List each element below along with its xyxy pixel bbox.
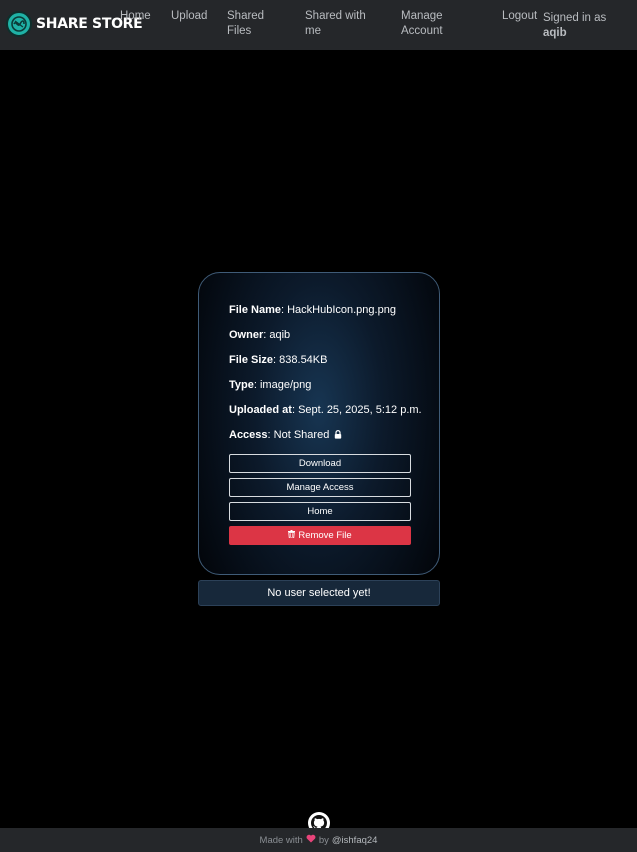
type-label: Type: [229, 379, 254, 391]
nav-manage-account[interactable]: Manage Account: [401, 9, 457, 39]
heart-icon: [306, 834, 316, 846]
manage-access-button-label: Manage Access: [286, 482, 354, 493]
download-button-label: Download: [298, 458, 342, 469]
file-size-row: File Size: 838.54KB: [229, 354, 328, 366]
file-name-value: HackHubIcon.png.png: [287, 304, 396, 316]
access-label: Access: [229, 429, 268, 441]
selected-user-text: No user selected yet!: [267, 587, 371, 599]
file-size-label: File Size: [229, 354, 274, 366]
file-actions: Download Manage Access Home Remove File: [229, 454, 439, 545]
footer-by: by: [318, 834, 329, 846]
access-row: Access: Not Shared: [229, 428, 439, 443]
lock-icon: [334, 429, 342, 443]
brand-logo-icon: [6, 11, 32, 37]
file-name-label: File Name: [229, 304, 281, 316]
selected-user-status: No user selected yet!: [198, 580, 440, 606]
navbar: SHARE STORE Home Upload Shared Files Sha…: [0, 0, 637, 50]
file-name-row: File Name: HackHubIcon.png.png: [229, 304, 396, 316]
manage-access-button[interactable]: Manage Access: [229, 478, 411, 497]
trash-icon: [288, 530, 296, 541]
download-button[interactable]: Download: [229, 454, 411, 473]
owner-row: Owner: aqib: [229, 329, 291, 341]
remove-file-button[interactable]: Remove File: [229, 526, 411, 545]
signed-in-status: Signed in as aqib: [543, 11, 606, 41]
nav-shared-files[interactable]: Shared Files: [227, 9, 275, 39]
type-row: Type: image/png: [229, 379, 312, 391]
home-button-label: Home: [307, 506, 333, 517]
nav-upload[interactable]: Upload: [171, 9, 207, 24]
remove-file-button-label: Remove File: [298, 530, 352, 541]
uploaded-row: Uploaded at: Sept. 25, 2025, 5:12 p.m.: [229, 404, 422, 416]
access-value: Not Shared: [273, 429, 330, 441]
uploaded-label: Uploaded at: [229, 404, 292, 416]
signed-in-label: Signed in as: [543, 12, 607, 24]
file-size-value: 838.54KB: [279, 354, 328, 366]
footer: Made with by @ishfaq24: [0, 828, 637, 852]
uploaded-value: Sept. 25, 2025, 5:12 p.m.: [298, 404, 422, 416]
owner-label: Owner: [229, 329, 264, 341]
home-button[interactable]: Home: [229, 502, 411, 521]
footer-made-with: Made with: [259, 834, 303, 846]
owner-value: aqib: [269, 329, 291, 341]
author-link[interactable]: @ishfaq24: [332, 835, 378, 846]
type-value: image/png: [259, 379, 312, 391]
signed-in-username: aqib: [543, 27, 567, 39]
nav-home[interactable]: Home: [120, 9, 151, 24]
nav-logout[interactable]: Logout: [502, 9, 537, 24]
nav-shared-with-me[interactable]: Shared with me: [305, 9, 377, 39]
file-details-card: File Name: HackHubIcon.png.png Owner: aq…: [198, 272, 440, 575]
